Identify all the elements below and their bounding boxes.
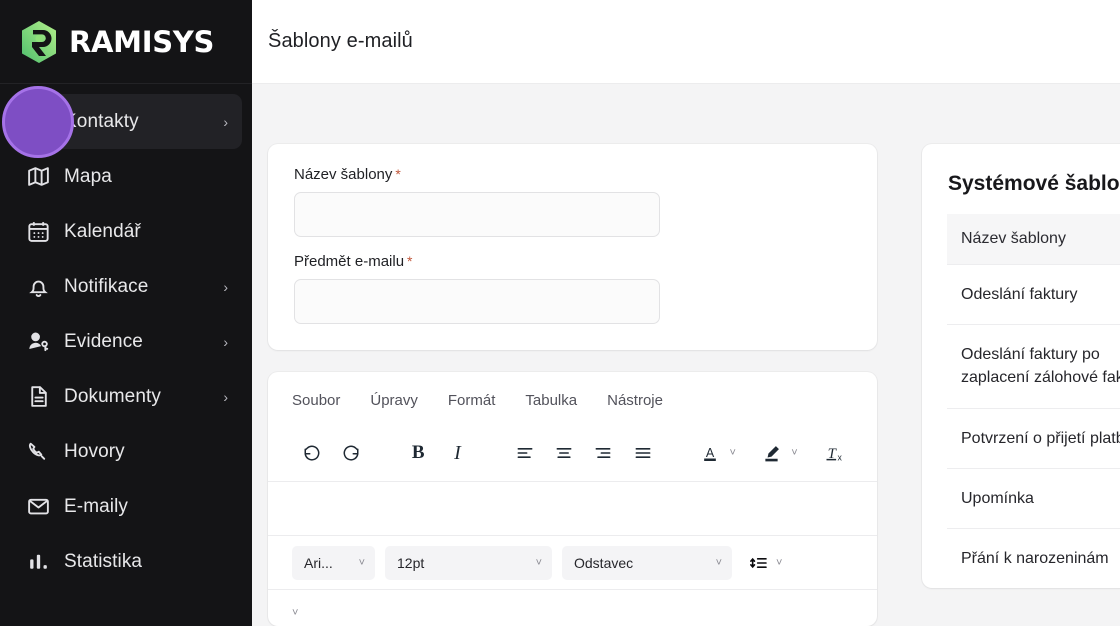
email-subject-label-text: Předmět e-mailu — [294, 253, 405, 270]
sidebar-item-label: Evidence — [64, 330, 143, 352]
sidebar-item-label: Dokumenty — [64, 385, 161, 407]
page-title: Šablony e-mailů — [268, 30, 413, 52]
required-asterisk: * — [407, 253, 413, 269]
bar-chart-icon — [26, 549, 64, 574]
table-row[interactable]: Upomínka — [947, 467, 1120, 528]
text-color-chevron-down-icon[interactable]: ˅ — [730, 447, 736, 459]
editor-menu-format[interactable]: Formát — [448, 392, 496, 409]
align-right-icon[interactable] — [584, 436, 623, 470]
chevron-right-icon: › — [223, 388, 228, 405]
editor-toolbar-row-1: B I A ˅ ˅ T x — [268, 425, 877, 481]
sidebar-item-statistika[interactable]: Statistika — [10, 534, 242, 589]
block-style-value: Odstavec — [574, 554, 634, 571]
font-size-value: 12pt — [397, 554, 425, 571]
required-asterisk: * — [395, 166, 401, 182]
field-template-name: Název šablony * — [294, 166, 851, 237]
calendar-icon — [26, 219, 64, 244]
highlight-color-icon[interactable] — [752, 436, 791, 470]
sidebar-item-label: Kontakty — [64, 110, 139, 132]
editor-toolbar-row-2 — [268, 481, 877, 535]
undo-button[interactable] — [292, 436, 331, 470]
chevron-right-icon: › — [223, 113, 228, 130]
chevron-down-icon: ˅ — [535, 556, 542, 569]
editor-menu-tabulka[interactable]: Tabulka — [525, 392, 577, 409]
sidebar-item-kalendar[interactable]: Kalendář — [10, 204, 242, 259]
sidebar-item-evidence[interactable]: Evidence › — [10, 314, 242, 369]
sidebar-item-hovory[interactable]: Hovory — [10, 424, 242, 479]
template-name-input[interactable] — [294, 192, 660, 237]
line-height-button[interactable]: ˅ — [742, 553, 782, 573]
phone-icon — [26, 439, 64, 464]
sidebar: RAMISYS Kontakty › Mapa Kalendář Notifik… — [0, 0, 252, 626]
email-subject-input[interactable] — [294, 279, 660, 324]
table-row[interactable]: Odeslání faktury po zaplacení zálohové f… — [947, 324, 1120, 407]
editor-column: Název šablony* Předmět e-mailu* Soubor — [268, 144, 877, 626]
ramisys-hexagon-logo-icon — [18, 19, 60, 65]
document-icon — [26, 384, 64, 409]
contacts-icon — [26, 109, 64, 134]
italic-button[interactable]: I — [438, 436, 477, 470]
redo-button[interactable] — [331, 436, 370, 470]
align-justify-icon[interactable] — [623, 436, 662, 470]
chevron-down-icon: ˅ — [715, 556, 722, 569]
sidebar-item-label: E-maily — [64, 495, 129, 517]
more-options-chevron-down-icon[interactable]: ˅ — [292, 607, 298, 619]
block-style-select[interactable]: Odstavec ˅ — [562, 545, 732, 580]
rich-text-editor-card: Soubor Úpravy Formát Tabulka Nástroje B … — [268, 372, 877, 626]
svg-text:A: A — [706, 445, 715, 459]
editor-menu-soubor[interactable]: Soubor — [292, 392, 340, 409]
user-key-icon — [26, 329, 64, 354]
text-color-icon[interactable]: A — [690, 436, 729, 470]
envelope-icon — [26, 494, 64, 519]
system-templates-title: Systémové šablony — [948, 172, 1120, 195]
sidebar-item-label: Kalendář — [64, 220, 141, 242]
clear-formatting-icon[interactable]: Tx — [814, 436, 853, 470]
sidebar-item-emaily[interactable]: E-maily — [10, 479, 242, 534]
email-subject-label: Předmět e-mailu * — [294, 253, 851, 270]
sidebar-nav: Kontakty › Mapa Kalendář Notifikace › Ev… — [0, 84, 252, 589]
editor-menu-upravy[interactable]: Úpravy — [370, 392, 418, 409]
chevron-right-icon: › — [223, 333, 228, 350]
chevron-down-icon: ˅ — [776, 556, 783, 569]
field-email-subject: Předmět e-mailu * — [294, 253, 851, 324]
editor-toolbar-row-4: ˅ — [268, 589, 877, 626]
template-name-label-text: Název šablony — [294, 166, 393, 183]
font-family-value: Ari... — [304, 554, 333, 571]
sidebar-item-notifikace[interactable]: Notifikace › — [10, 259, 242, 314]
align-left-icon[interactable] — [505, 436, 544, 470]
sidebar-item-dokumenty[interactable]: Dokumenty › — [10, 369, 242, 424]
templates-column-header: Název šablony — [947, 214, 1120, 264]
table-row[interactable]: Potvrzení o přijetí platby — [947, 407, 1120, 468]
chevron-right-icon: › — [223, 278, 228, 295]
table-row[interactable]: Odeslání faktury — [947, 264, 1120, 324]
sidebar-item-label: Statistika — [64, 550, 143, 572]
editor-menubar: Soubor Úpravy Formát Tabulka Nástroje — [268, 372, 877, 425]
editor-toolbar-row-3: Ari... ˅ 12pt ˅ Odstavec ˅ ˅ — [268, 535, 877, 589]
template-name-label: Název šablony * — [294, 166, 851, 183]
highlight-color-chevron-down-icon[interactable]: ˅ — [791, 447, 797, 459]
sidebar-item-label: Hovory — [64, 440, 125, 462]
font-size-select[interactable]: 12pt ˅ — [385, 545, 552, 580]
sidebar-item-label: Notifikace — [64, 275, 149, 297]
app-root: Šablony e-mailů Název šablony * Předmět e… — [0, 0, 1120, 626]
sidebar-item-mapa[interactable]: Mapa — [10, 149, 242, 204]
map-icon — [26, 164, 64, 189]
brand-name: RAMISYS — [69, 24, 215, 59]
editor-menu-nastroje[interactable]: Nástroje — [607, 392, 663, 409]
align-center-icon[interactable] — [544, 436, 583, 470]
svg-text:x: x — [837, 452, 842, 462]
bell-icon — [26, 274, 64, 299]
brand-logo[interactable]: RAMISYS — [0, 0, 252, 84]
font-family-select[interactable]: Ari... ˅ — [292, 545, 375, 580]
system-templates-column: Systémové šablony Název šablony Odeslání… — [922, 144, 1120, 626]
sidebar-item-kontakty[interactable]: Kontakty › — [10, 94, 242, 149]
system-templates-card: Systémové šablony Název šablony Odeslání… — [922, 144, 1120, 589]
sidebar-item-label: Mapa — [64, 165, 112, 187]
chevron-down-icon: ˅ — [358, 556, 365, 569]
template-form-card: Název šablony * Předmět e-mailu * — [268, 144, 877, 350]
bold-button[interactable]: B — [399, 436, 438, 470]
table-row[interactable]: Přání k narozeninám — [947, 527, 1120, 588]
